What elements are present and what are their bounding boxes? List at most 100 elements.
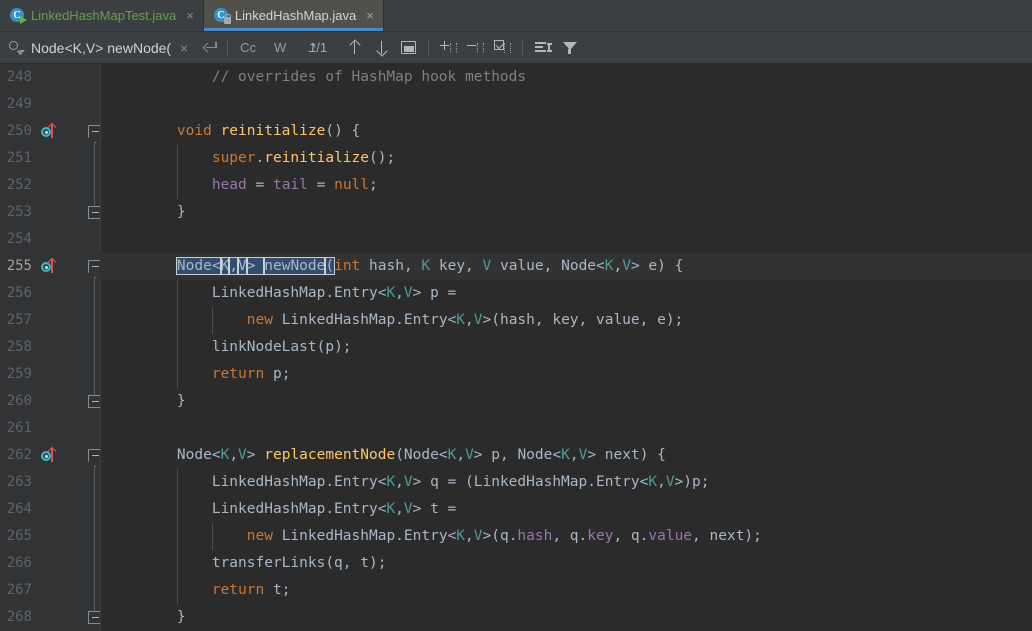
code-text: void reinitialize() { xyxy=(100,118,360,145)
code-token: K xyxy=(386,501,396,517)
close-icon[interactable]: × xyxy=(186,9,194,22)
editor-tab-1[interactable]: C LinkedHashMapTest.java × xyxy=(0,0,204,31)
code-line[interactable]: LinkedHashMap.Entry<K,V> q = (LinkedHash… xyxy=(100,469,1032,496)
find-toolbar: Node<K,V> newNode( × Cc W .* 1/1 xyxy=(0,32,1032,64)
match-case-toggle[interactable]: Cc xyxy=(232,35,264,61)
code-token: } xyxy=(142,393,186,409)
editor-tab-2[interactable]: C LinkedHashMap.java × xyxy=(203,0,384,31)
code-line[interactable]: linkNodeLast(p); xyxy=(100,334,1032,361)
search-match-token: , xyxy=(228,257,240,275)
gutter-row[interactable]: 260 xyxy=(0,388,101,415)
code-token: >(q. xyxy=(482,528,518,544)
code-token: linkNodeLast xyxy=(211,339,317,355)
clear-search-icon[interactable]: × xyxy=(171,35,197,61)
code-line[interactable]: super.reinitialize(); xyxy=(100,145,1032,172)
gutter-row[interactable]: 253 xyxy=(0,199,101,226)
words-toggle[interactable]: W xyxy=(264,35,296,61)
code-token: Node< xyxy=(142,447,221,463)
search-match-token: > xyxy=(245,257,266,275)
code-line[interactable]: void reinitialize() { xyxy=(100,118,1032,145)
override-method-icon[interactable] xyxy=(41,446,57,463)
code-text: new LinkedHashMap.Entry<K,V>(q.hash, q.k… xyxy=(100,523,762,550)
gutter-row[interactable]: 248 xyxy=(0,64,100,91)
gutter-row[interactable]: 249 xyxy=(0,91,100,118)
remove-occurrence-button[interactable] xyxy=(462,34,489,61)
code-line[interactable]: return t; xyxy=(100,577,1032,604)
code-line[interactable] xyxy=(100,91,1032,118)
code-token: V xyxy=(403,474,413,490)
override-method-icon[interactable] xyxy=(41,122,57,139)
gutter-row[interactable]: 267 xyxy=(0,577,100,604)
code-editor[interactable]: 248 249 250 251 252 253 254 255 256 257 258 259 260 2… xyxy=(0,64,1032,631)
add-occurrence-button[interactable] xyxy=(435,34,462,61)
search-icon[interactable] xyxy=(8,40,25,56)
code-token: K xyxy=(386,474,396,490)
code-line[interactable]: } xyxy=(100,199,1032,226)
regex-toggle[interactable]: .* xyxy=(296,35,328,61)
gutter-row[interactable]: 264 xyxy=(0,496,100,523)
gutter-row[interactable]: 265 xyxy=(0,523,100,550)
gutter-row[interactable]: 266 xyxy=(0,550,100,577)
gutter-row[interactable]: 251 xyxy=(0,145,100,172)
override-method-icon[interactable] xyxy=(41,257,57,274)
line-number: 267 xyxy=(6,582,32,598)
code-line[interactable]: Node<K,V> newNode(int hash, K key, V val… xyxy=(100,253,1032,280)
code-token: , q. xyxy=(552,528,588,544)
search-input[interactable]: Node<K,V> newNode( xyxy=(31,40,171,56)
code-token: key xyxy=(587,528,614,544)
code-text: } xyxy=(100,604,186,631)
code-line[interactable]: // overrides of HashMap hook methods xyxy=(100,64,1032,91)
gutter-row[interactable]: 262 xyxy=(0,442,101,469)
filter-button[interactable] xyxy=(556,34,583,61)
line-number: 252 xyxy=(6,177,32,193)
select-all-occurrences-button[interactable] xyxy=(489,34,516,61)
gutter-row[interactable]: 268 xyxy=(0,604,101,631)
gutter-row[interactable]: 254 xyxy=(0,226,100,253)
editor-gutter[interactable]: 248 249 250 251 252 253 254 255 256 257 258 259 260 2… xyxy=(0,64,101,631)
gutter-row[interactable]: 258 xyxy=(0,334,100,361)
find-previous-button[interactable] xyxy=(341,34,368,61)
gutter-row[interactable]: 252 xyxy=(0,172,100,199)
code-line[interactable]: return p; xyxy=(100,361,1032,388)
line-number: 263 xyxy=(6,474,32,490)
code-line[interactable]: head = tail = null; xyxy=(100,172,1032,199)
gutter-row[interactable]: 250 xyxy=(0,118,101,145)
code-token: head xyxy=(211,177,247,193)
gutter-row[interactable]: 255 xyxy=(0,253,101,280)
open-in-find-window-button[interactable] xyxy=(529,34,556,61)
code-line[interactable]: } xyxy=(100,604,1032,631)
gutter-row[interactable]: 259 xyxy=(0,361,100,388)
code-token: K xyxy=(456,528,466,544)
code-line[interactable]: Node<K,V> replacementNode(Node<K,V> p, N… xyxy=(100,442,1032,469)
code-line[interactable] xyxy=(100,226,1032,253)
code-token: , xyxy=(395,501,404,517)
find-next-button[interactable] xyxy=(368,34,395,61)
code-line[interactable]: LinkedHashMap.Entry<K,V> t = xyxy=(100,496,1032,523)
gutter-row[interactable]: 261 xyxy=(0,415,100,442)
gutter-row[interactable]: 257 xyxy=(0,307,100,334)
code-line[interactable]: } xyxy=(100,388,1032,415)
close-icon[interactable]: × xyxy=(366,9,374,22)
code-line[interactable]: transferLinks(q, t); xyxy=(100,550,1032,577)
new-line-icon[interactable] xyxy=(197,35,223,61)
code-token: LinkedHashMap.Entry< xyxy=(142,501,387,517)
code-token: } xyxy=(142,609,186,625)
code-token: LinkedHashMap.Entry< xyxy=(272,312,457,328)
gutter-row[interactable]: 256 xyxy=(0,280,100,307)
search-input-wrapper[interactable]: Node<K,V> newNode( × Cc W .* xyxy=(0,32,316,63)
gutter-row[interactable]: 263 xyxy=(0,469,100,496)
code-line[interactable]: new LinkedHashMap.Entry<K,V>(q.hash, q.k… xyxy=(100,523,1032,550)
code-line[interactable]: new LinkedHashMap.Entry<K,V>(hash, key, … xyxy=(100,307,1032,334)
code-line[interactable] xyxy=(100,415,1032,442)
code-text: return t; xyxy=(100,577,291,604)
code-line[interactable]: LinkedHashMap.Entry<K,V> p = xyxy=(100,280,1032,307)
code-content[interactable]: // overrides of HashMap hook methods voi… xyxy=(100,64,1032,631)
line-number: 256 xyxy=(6,285,32,301)
java-class-test-icon: C xyxy=(10,8,27,24)
select-all-in-selection-button[interactable] xyxy=(395,34,422,61)
code-token: = xyxy=(307,177,335,193)
code-text: head = tail = null; xyxy=(100,172,378,199)
code-token: LinkedHashMap.Entry< xyxy=(142,474,387,490)
